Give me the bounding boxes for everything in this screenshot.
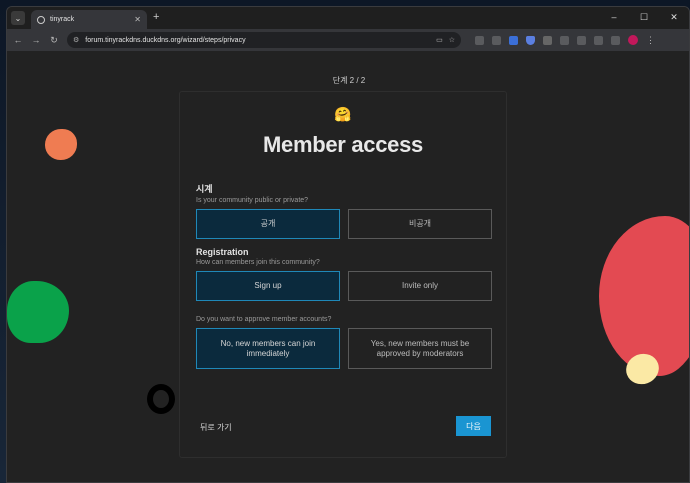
tab-tinyrack[interactable]: tinyrack ✕ bbox=[31, 10, 147, 29]
option-invite-only[interactable]: Invite only bbox=[348, 271, 492, 301]
option-private[interactable]: 비공개 bbox=[348, 209, 492, 239]
wizard-card: 🤗 Member access 시계 Is your community pub… bbox=[179, 91, 507, 458]
puzzle-icon[interactable] bbox=[560, 35, 569, 45]
bookmark-star-icon[interactable]: ☆ bbox=[449, 36, 455, 44]
devtools-icon[interactable] bbox=[611, 35, 620, 45]
visibility-section: 시계 Is your community public or private? … bbox=[196, 182, 492, 239]
option-no-approval[interactable]: No, new members can join immediately bbox=[196, 328, 340, 369]
decorative-ring bbox=[147, 384, 175, 414]
address-bar[interactable]: ⚙ forum.tinyrackdns.duckdns.org/wizard/s… bbox=[67, 32, 461, 48]
reload-icon[interactable]: ↻ bbox=[49, 35, 59, 46]
browser-window: ⌄ tinyrack ✕ + – ☐ ✕ ← → ↻ ⚙ forum.tinyr… bbox=[6, 6, 690, 483]
registration-section: Registration How can members join this c… bbox=[196, 247, 492, 301]
extension-icon[interactable] bbox=[475, 35, 484, 45]
tab-title: tinyrack bbox=[50, 16, 75, 23]
wizard-page: 단계 2 / 2 🤗 Member access 시계 Is your comm… bbox=[7, 51, 689, 482]
kebab-menu-icon[interactable]: ⋮ bbox=[646, 35, 655, 46]
decorative-blob bbox=[599, 216, 689, 376]
cast-icon[interactable]: ▭ bbox=[436, 36, 443, 44]
extension-icon[interactable] bbox=[492, 35, 501, 45]
close-window-button[interactable]: ✕ bbox=[659, 7, 689, 27]
site-info-icon[interactable]: ⚙ bbox=[73, 36, 79, 44]
minimize-button[interactable]: – bbox=[599, 7, 629, 27]
option-group: No, new members can join immediately Yes… bbox=[196, 328, 492, 369]
close-icon[interactable]: ✕ bbox=[134, 15, 141, 24]
tab-strip: ⌄ tinyrack ✕ + – ☐ ✕ bbox=[7, 7, 689, 29]
next-button[interactable]: 다음 bbox=[456, 416, 491, 436]
section-help: Do you want to approve member accounts? bbox=[196, 316, 332, 323]
maximize-button[interactable]: ☐ bbox=[629, 7, 659, 27]
tab-search-icon[interactable]: ⌄ bbox=[11, 11, 25, 25]
section-help: How can members join this community? bbox=[196, 259, 320, 266]
chat-bubble-icon bbox=[37, 15, 45, 24]
section-label: 시계 bbox=[196, 184, 213, 194]
profile-avatar[interactable] bbox=[628, 35, 638, 45]
option-public[interactable]: 공개 bbox=[196, 209, 340, 239]
url-text: forum.tinyrackdns.duckdns.org/wizard/ste… bbox=[85, 36, 246, 44]
decorative-blob bbox=[7, 281, 69, 343]
section-label: Registration bbox=[196, 247, 249, 257]
decorative-blob bbox=[45, 129, 77, 160]
translate-extension-icon[interactable] bbox=[509, 35, 518, 45]
browser-toolbar: ← → ↻ ⚙ forum.tinyrackdns.duckdns.org/wi… bbox=[7, 29, 689, 51]
new-tab-button[interactable]: + bbox=[153, 11, 159, 23]
reading-list-icon[interactable] bbox=[577, 35, 586, 45]
forward-arrow-icon[interactable]: → bbox=[31, 35, 41, 45]
split-view-icon[interactable] bbox=[594, 35, 603, 45]
back-link[interactable]: 뒤로 가기 bbox=[200, 422, 232, 433]
shield-extension-icon[interactable] bbox=[526, 35, 535, 45]
approval-section: Do you want to approve member accounts? … bbox=[196, 314, 492, 369]
option-sign-up[interactable]: Sign up bbox=[196, 271, 340, 301]
back-arrow-icon[interactable]: ← bbox=[13, 35, 23, 45]
option-group: 공개 비공개 bbox=[196, 209, 492, 239]
section-help: Is your community public or private? bbox=[196, 197, 309, 204]
extensions-area: ⋮ bbox=[475, 35, 655, 46]
page-title: Member access bbox=[263, 132, 423, 157]
step-indicator: 단계 2 / 2 bbox=[332, 76, 366, 85]
option-require-approval[interactable]: Yes, new members must be approved by mod… bbox=[348, 328, 492, 369]
window-controls: – ☐ ✕ bbox=[599, 7, 689, 27]
hugging-face-emoji: 🤗 bbox=[334, 106, 352, 122]
linkedin-extension-icon[interactable] bbox=[543, 35, 552, 45]
option-group: Sign up Invite only bbox=[196, 271, 492, 301]
